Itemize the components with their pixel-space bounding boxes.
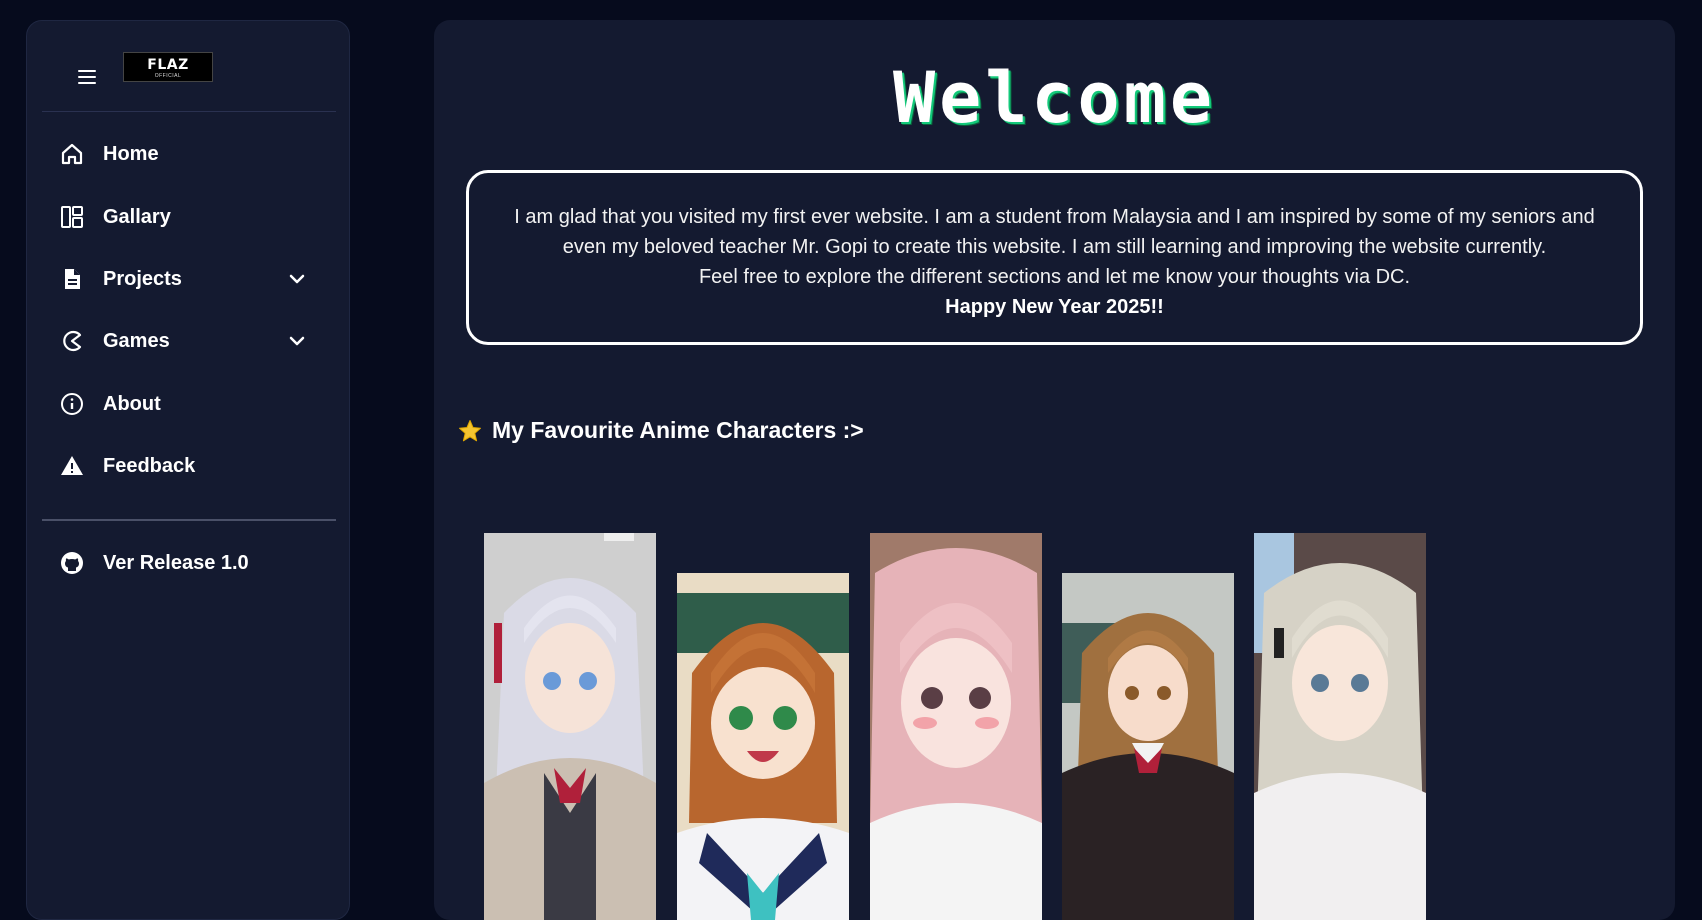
sidebar-item-label: Feedback [103,454,196,477]
sidebar-header: FLAZ OFFICIAL [42,21,336,112]
site-logo[interactable]: FLAZ OFFICIAL [123,52,213,82]
favourites-title-text: My Favourite Anime Characters :> [492,417,864,443]
sidebar-item-label: Games [103,329,170,352]
favourites-heading: My Favourite Anime Characters :> [458,417,864,444]
character-card-4[interactable] [1062,573,1234,920]
sidebar-item-version[interactable]: Ver Release 1.0 [60,542,322,584]
gallery-icon [60,205,84,229]
intro-text-line: I am glad that you visited my first ever… [514,206,1595,228]
sidebar-divider [42,519,336,521]
character-image [870,533,1042,920]
page-title: Welcome [892,57,1216,139]
main-content: Welcome I am glad that you visited my fi… [434,20,1675,920]
star-icon [458,419,482,443]
sidebar-item-home[interactable]: Home [60,133,322,175]
chevron-down-icon[interactable] [288,270,306,288]
character-card-3[interactable] [870,533,1042,920]
sidebar-item-projects[interactable]: Projects [60,258,322,300]
character-image [677,573,849,920]
hamburger-menu-icon[interactable] [78,69,96,85]
pacman-icon [60,329,84,353]
sidebar-item-label: Ver Release 1.0 [103,551,249,574]
character-image [1254,533,1426,920]
logo-sub-text: OFFICIAL [154,73,182,79]
intro-box: I am glad that you visited my first ever… [466,170,1643,345]
intro-text-line: Feel free to explore the different secti… [698,266,1411,288]
sidebar-item-label: Projects [103,267,182,290]
sidebar-item-about[interactable]: About [60,383,322,425]
sidebar-item-label: Gallary [103,205,171,228]
sidebar-item-gallary[interactable]: Gallary [60,196,322,238]
logo-main-text: FLAZ [147,57,189,73]
character-card-2[interactable] [677,573,849,920]
sidebar-item-feedback[interactable]: Feedback [60,445,322,487]
info-icon [60,392,84,416]
chevron-down-icon[interactable] [288,332,306,350]
sidebar-item-label: About [103,392,161,415]
home-icon [60,142,84,166]
document-icon [60,267,84,291]
character-card-5[interactable] [1254,533,1426,920]
warning-icon [60,454,84,478]
sidebar-item-label: Home [103,142,159,165]
intro-greeting: Happy New Year 2025!! [945,296,1164,318]
sidebar: FLAZ OFFICIAL Home Gallary Projects Game… [26,20,350,920]
github-icon [60,551,84,575]
character-image [484,533,656,920]
character-image [1062,573,1234,920]
sidebar-item-games[interactable]: Games [60,320,322,362]
intro-text-line: even my beloved teacher Mr. Gopi to crea… [562,236,1547,258]
character-card-1[interactable] [484,533,656,920]
